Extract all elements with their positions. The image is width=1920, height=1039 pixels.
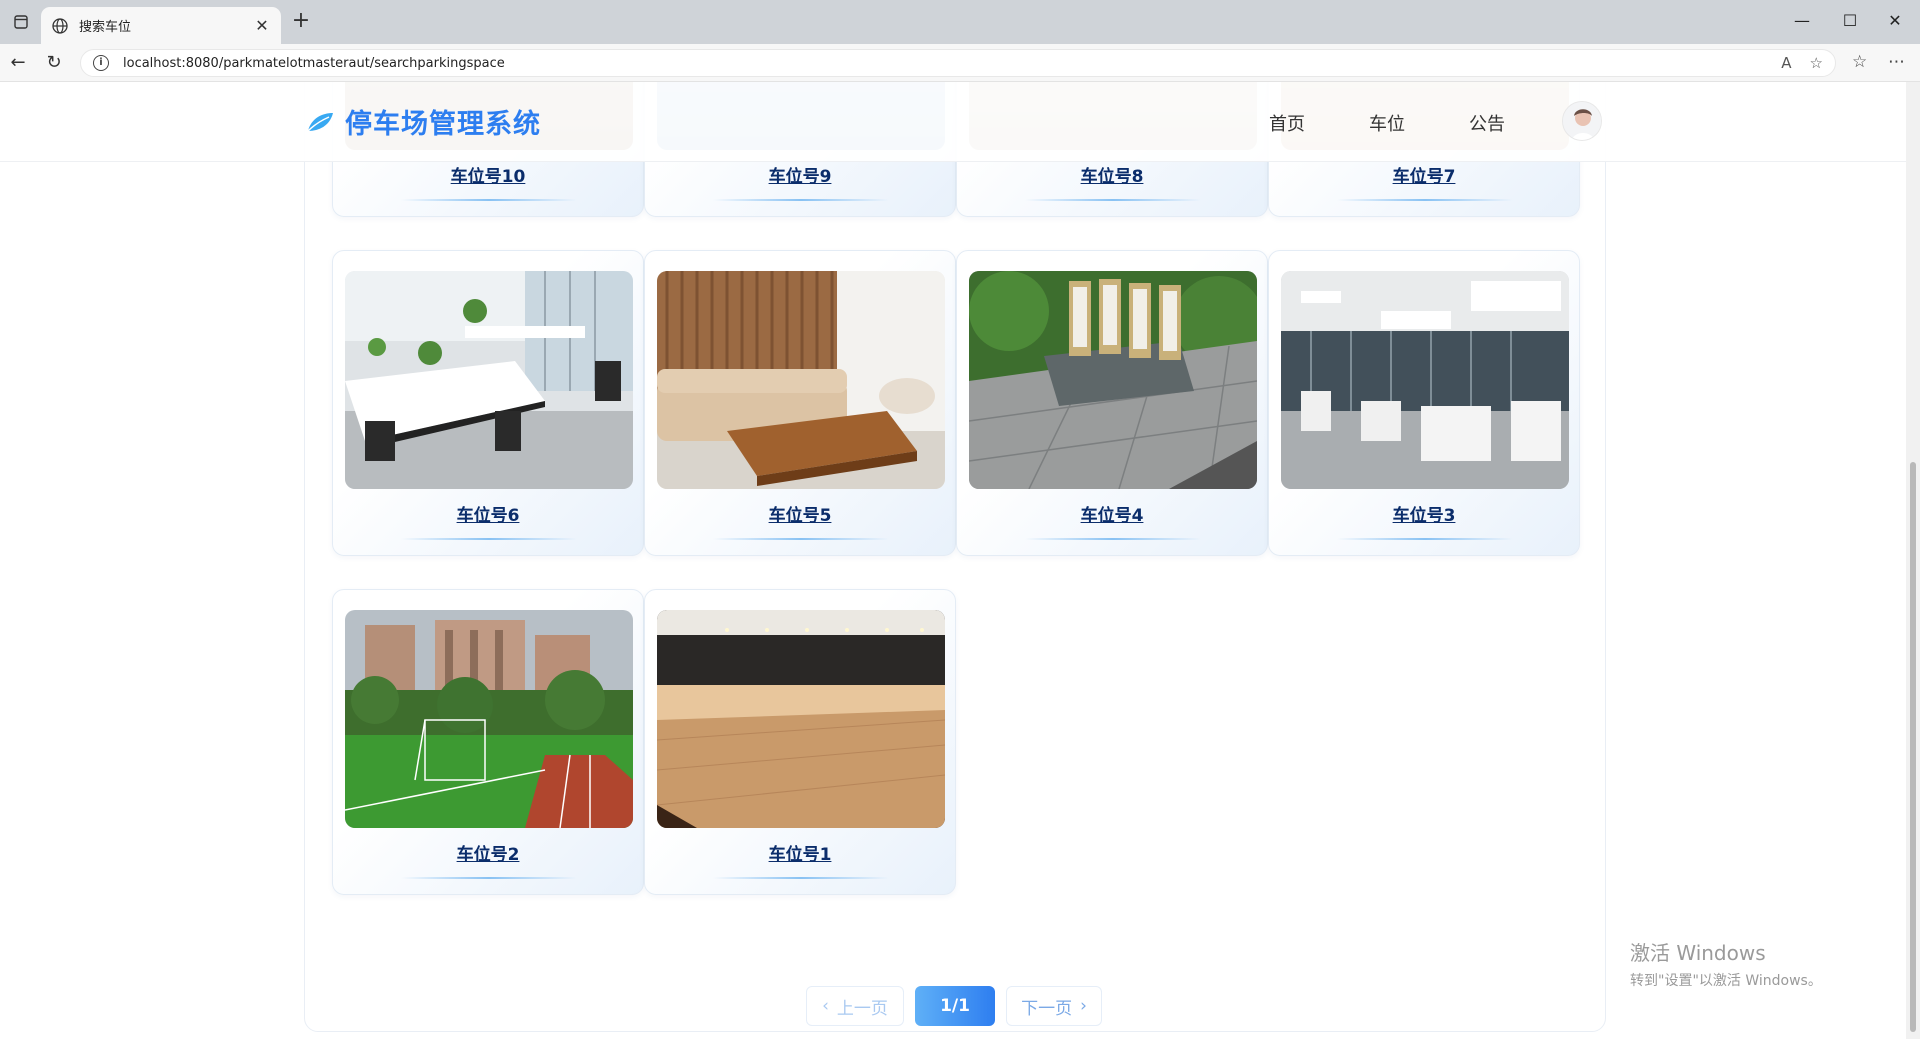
card-divider (401, 877, 577, 879)
brand-title: 停车场管理系统 (345, 109, 541, 140)
watermark-title: 激活 Windows (1630, 941, 1766, 965)
parking-card[interactable]: 车位号2 (332, 589, 644, 895)
parking-card[interactable]: 车位号1 (644, 589, 956, 895)
parking-name[interactable]: 车位号10 (333, 162, 643, 187)
close-tab-icon[interactable]: ✕ (253, 16, 271, 35)
card-divider (713, 538, 889, 540)
url-text: localhost:8080/parkmatelotmasteraut/sear… (123, 55, 505, 71)
card-divider (713, 877, 889, 879)
prev-page-button[interactable]: ‹ 上一页 (806, 986, 904, 1026)
parking-image-hall (1281, 271, 1569, 489)
address-bar: ← ↻ i localhost:8080/parkmatelotmasterau… (0, 44, 1920, 82)
parking-card[interactable]: 车位号5 (644, 250, 956, 556)
parking-name[interactable]: 车位号2 (333, 840, 643, 865)
current-page-indicator[interactable]: 1/1 (915, 986, 995, 1026)
parking-name[interactable]: 车位号6 (333, 501, 643, 526)
card-divider (1025, 199, 1201, 201)
parking-name[interactable]: 车位号5 (645, 501, 955, 526)
parking-name[interactable]: 车位号1 (645, 840, 955, 865)
browser-tab-bar: 搜索车位 ✕ + — ☐ ✕ (0, 0, 1920, 44)
parking-name[interactable]: 车位号4 (957, 501, 1267, 526)
windows-activation-watermark: 激活 Windows 转到"设置"以激活 Windows。 (1630, 937, 1822, 990)
scrollbar-thumb[interactable] (1910, 462, 1916, 1032)
favorite-star-icon[interactable]: ☆ (1810, 54, 1823, 72)
reload-icon[interactable]: ↻ (42, 52, 66, 74)
url-field[interactable]: i localhost:8080/parkmatelotmasteraut/se… (80, 49, 1836, 77)
parking-image-office (345, 271, 633, 489)
logo[interactable]: 停车场管理系统 (305, 102, 541, 141)
chevron-right-icon: › (1080, 996, 1087, 1016)
card-divider (401, 199, 577, 201)
page-viewport: 车位号10 车位号9 车位号8 车位号7 车位号6 车位号5 车位号4 车位号3… (0, 82, 1920, 1039)
prev-page-label: 上一页 (836, 998, 888, 1019)
page-scrollbar[interactable] (1906, 82, 1920, 1039)
parking-card[interactable]: 车位号3 (1268, 250, 1580, 556)
results-panel: 车位号10 车位号9 车位号8 车位号7 车位号6 车位号5 车位号4 车位号3… (304, 82, 1606, 1032)
new-tab-button[interactable]: + (289, 10, 313, 34)
parking-name[interactable]: 车位号9 (645, 162, 955, 187)
card-divider (1337, 538, 1513, 540)
parking-image-lounge (657, 271, 945, 489)
parking-card[interactable]: 车位号4 (956, 250, 1268, 556)
parking-name[interactable]: 车位号3 (1269, 501, 1579, 526)
card-divider (401, 538, 577, 540)
parking-image-studio (657, 610, 945, 828)
parking-card[interactable]: 车位号6 (332, 250, 644, 556)
globe-icon (52, 17, 68, 34)
parking-name[interactable]: 车位号8 (957, 162, 1267, 187)
tab-title: 搜索车位 (79, 20, 132, 35)
nav-home[interactable]: 首页 (1269, 110, 1305, 136)
nav-announcements[interactable]: 公告 (1469, 110, 1505, 136)
card-divider (713, 199, 889, 201)
site-info-icon[interactable]: i (93, 55, 109, 71)
minimize-button[interactable]: — (1782, 8, 1822, 34)
nav-parking[interactable]: 车位 (1369, 110, 1405, 136)
card-divider (1025, 538, 1201, 540)
watermark-subtitle: 转到"设置"以激活 Windows。 (1630, 973, 1822, 989)
parking-image-plaza (969, 271, 1257, 489)
card-divider (1337, 199, 1513, 201)
read-aloud-icon[interactable]: A (1781, 54, 1791, 72)
browser-tab[interactable]: 搜索车位 ✕ (41, 7, 281, 44)
site-header: 停车场管理系统 首页 车位 公告 (0, 82, 1906, 162)
parking-name[interactable]: 车位号7 (1269, 162, 1579, 187)
next-page-button[interactable]: 下一页 › (1006, 986, 1102, 1026)
favorites-icon[interactable]: ☆ (1852, 52, 1867, 72)
chevron-left-icon: ‹ (822, 996, 829, 1016)
close-window-button[interactable]: ✕ (1875, 8, 1915, 34)
more-menu-icon[interactable]: ⋯ (1888, 52, 1905, 72)
parking-image-field (345, 610, 633, 828)
leaf-logo-icon (307, 112, 333, 132)
avatar[interactable] (1562, 101, 1602, 141)
tab-actions-icon[interactable] (8, 10, 34, 34)
next-page-label: 下一页 (1021, 998, 1073, 1019)
back-icon[interactable]: ← (6, 52, 30, 74)
maximize-button[interactable]: ☐ (1830, 8, 1870, 34)
